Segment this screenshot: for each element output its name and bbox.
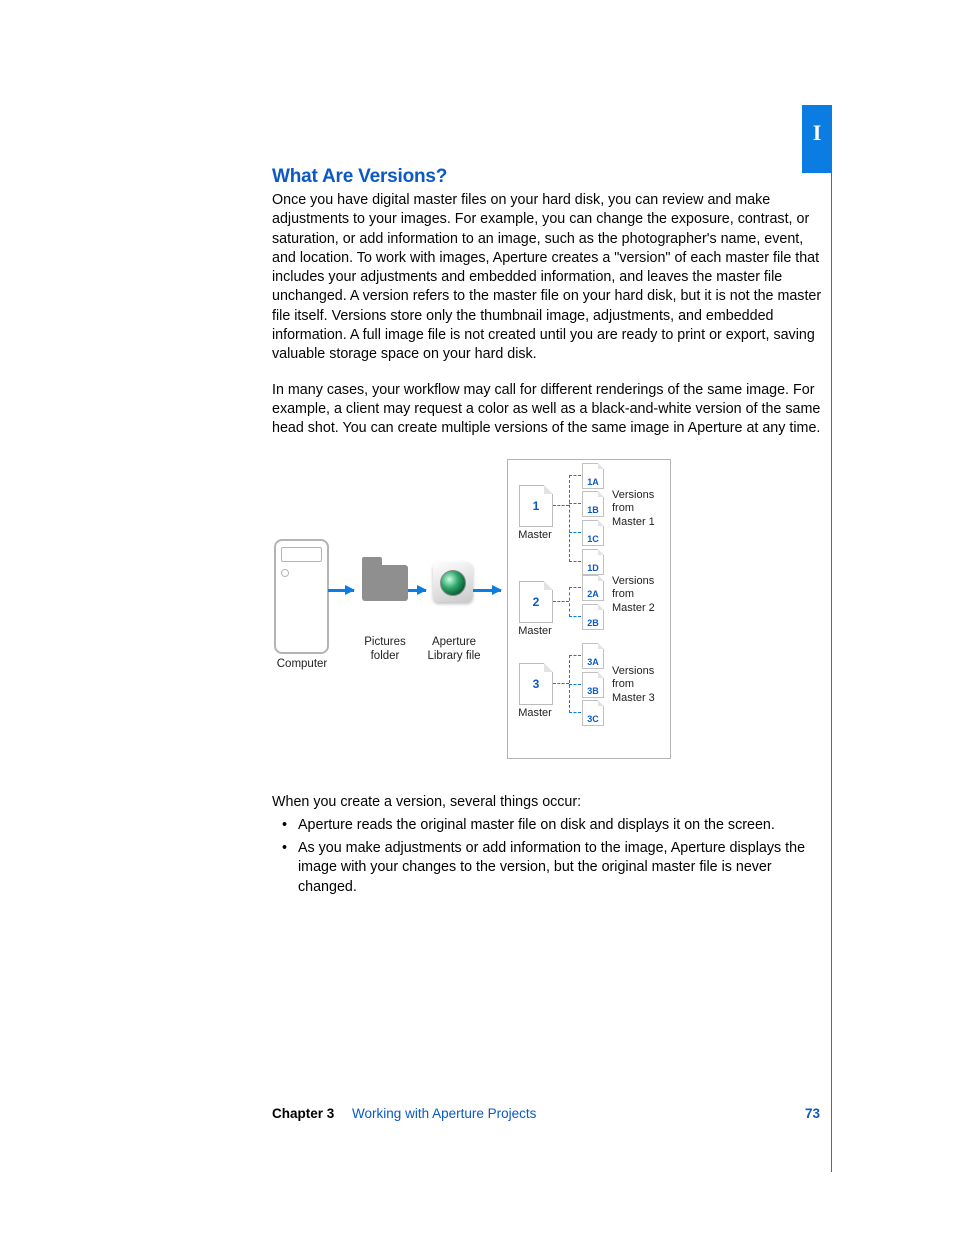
master-number: 3: [520, 664, 552, 704]
master-label: Master: [515, 625, 555, 637]
version-label: 3C: [583, 714, 603, 724]
list-item: Aperture reads the original master file …: [286, 816, 830, 835]
page: I What Are Versions? Once you have digit…: [0, 0, 954, 1235]
master-number: 2: [520, 582, 552, 622]
version-file: 1A: [582, 463, 604, 489]
versions-from-label-1: Versions from Master 1: [612, 489, 672, 530]
body-paragraph-1: Once you have digital master files on yo…: [272, 191, 830, 365]
master-label: Master: [515, 529, 555, 541]
version-file: 1B: [582, 491, 604, 517]
version-label: 3A: [583, 657, 603, 667]
aperture-library-label: Aperture Library file: [422, 635, 486, 664]
label-line: Library file: [427, 650, 480, 662]
version-label: 1B: [583, 505, 603, 515]
dash-line: [569, 616, 581, 617]
versions-from-label-2: Versions from Master 2: [612, 575, 672, 616]
label-line: Versions: [612, 575, 654, 587]
version-file: 2A: [582, 575, 604, 601]
version-file: 3A: [582, 643, 604, 669]
section-tab: I: [802, 105, 832, 173]
version-file: 2B: [582, 604, 604, 630]
version-label: 1D: [583, 563, 603, 573]
version-label: 3B: [583, 686, 603, 696]
label-line: from: [612, 588, 634, 600]
folder-icon: [362, 565, 408, 601]
version-label: 1C: [583, 534, 603, 544]
dash-line: [569, 503, 581, 504]
arrow-3: [473, 589, 501, 592]
label-line: Master 2: [612, 602, 655, 614]
pictures-folder-label: Pictures folder: [356, 635, 414, 664]
computer-icon: [274, 539, 329, 654]
master-file-1: 1: [519, 485, 553, 527]
chapter-label: Chapter 3: [272, 1106, 334, 1121]
version-file: 1C: [582, 520, 604, 546]
label-line: folder: [371, 650, 400, 662]
page-footer: Chapter 3 Working with Aperture Projects…: [272, 1106, 820, 1121]
content-area: What Are Versions? Once you have digital…: [272, 166, 830, 901]
label-line: Versions: [612, 489, 654, 501]
versions-diagram: Computer Pictures folder Aperture Librar…: [272, 455, 830, 771]
dash-line: [569, 561, 581, 562]
dash-line: [569, 532, 581, 533]
dash-line: [569, 684, 581, 685]
master-file-2: 2: [519, 581, 553, 623]
version-label: 1A: [583, 477, 603, 487]
label-line: Versions: [612, 665, 654, 677]
label-line: from: [612, 502, 634, 514]
bullet-list: Aperture reads the original master file …: [272, 816, 830, 897]
aperture-library-icon: [433, 562, 473, 602]
master-number: 1: [520, 486, 552, 526]
dash-line: [553, 601, 569, 602]
dash-line: [569, 587, 570, 617]
section-heading: What Are Versions?: [272, 166, 830, 188]
body-paragraph-3: When you create a version, several thing…: [272, 793, 830, 812]
version-file: 3B: [582, 672, 604, 698]
master-label: Master: [515, 707, 555, 719]
dash-line: [553, 505, 569, 506]
label-line: Master 3: [612, 692, 655, 704]
margin-rule: [831, 173, 832, 1172]
dash-line: [569, 655, 581, 656]
dash-line: [569, 475, 581, 476]
arrow-1: [328, 589, 354, 592]
version-file: 3C: [582, 700, 604, 726]
arrow-2: [408, 589, 426, 592]
computer-label: Computer: [267, 657, 337, 671]
master-file-3: 3: [519, 663, 553, 705]
lens-icon: [440, 570, 466, 596]
label-line: Aperture: [432, 636, 476, 648]
dash-line: [569, 587, 581, 588]
body-paragraph-2: In many cases, your workflow may call fo…: [272, 381, 830, 439]
label-line: from: [612, 678, 634, 690]
version-file: 1D: [582, 549, 604, 575]
version-label: 2B: [583, 618, 603, 628]
versions-from-label-3: Versions from Master 3: [612, 665, 672, 706]
list-item: As you make adjustments or add informati…: [286, 839, 830, 897]
dash-line: [569, 712, 581, 713]
label-line: Pictures: [364, 636, 406, 648]
dash-line: [569, 475, 570, 562]
page-number: 73: [805, 1106, 820, 1121]
dash-line: [553, 683, 569, 684]
label-line: Master 1: [612, 516, 655, 528]
version-label: 2A: [583, 589, 603, 599]
chapter-title: Working with Aperture Projects: [352, 1106, 536, 1121]
